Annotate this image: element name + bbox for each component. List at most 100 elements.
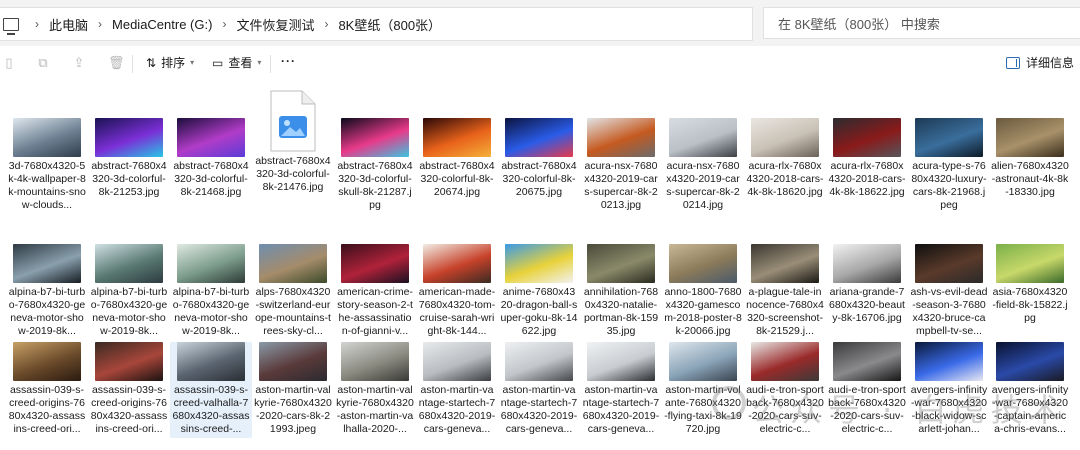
file-item[interactable]: acura-nsx-7680x4320-2019-cars-supercar-8… xyxy=(580,118,662,212)
breadcrumb-current-folder[interactable]: 8K壁纸（800张） xyxy=(338,15,441,34)
file-item[interactable]: alpina-b7-bi-turbo-7680x4320-geneva-moto… xyxy=(170,244,252,338)
chevron-right-icon[interactable]: › xyxy=(25,17,49,31)
sort-label: 排序 xyxy=(161,56,186,70)
address-bar[interactable]: › 此电脑 › MediaCentre (G:) › 文件恢复测试 › 8K壁纸… xyxy=(0,7,753,41)
details-pane-button[interactable]: 详细信息 xyxy=(1005,54,1074,71)
chevron-right-icon[interactable]: › xyxy=(212,17,236,31)
image-thumbnail xyxy=(915,342,983,381)
this-pc-icon[interactable] xyxy=(3,17,19,35)
details-label: 详细信息 xyxy=(1025,56,1074,70)
image-thumbnail xyxy=(996,244,1064,283)
image-thumbnail xyxy=(587,342,655,381)
chevron-down-icon: ▾ xyxy=(257,58,262,67)
image-thumbnail xyxy=(996,342,1064,381)
file-item[interactable]: anime-7680x4320-dragon-ball-super-goku-8… xyxy=(498,244,580,338)
file-name: abstract-7680x4320-3d-colorful-8k-21476.… xyxy=(255,155,331,193)
image-thumbnail xyxy=(95,244,163,283)
more-options-button[interactable]: ··· xyxy=(281,54,296,68)
file-item[interactable]: aston-martin-valkyrie-7680x4320-2020-car… xyxy=(252,342,334,436)
file-item[interactable]: abstract-7680x4320-colorful-8k-20675.jpg xyxy=(498,118,580,199)
file-item[interactable]: abstract-7680x4320-3d-colorful-8k-21476.… xyxy=(252,90,334,194)
file-name: a-plague-tale-innocence-7680x4320-screen… xyxy=(746,286,824,337)
file-name: aston-martin-vantage-startech-7680x4320-… xyxy=(500,384,578,435)
file-item[interactable]: ariana-grande-7680x4320-beauty-8k-16706.… xyxy=(826,244,908,325)
image-thumbnail xyxy=(423,342,491,381)
image-thumbnail xyxy=(259,244,327,283)
chevron-down-icon: ▾ xyxy=(190,58,195,67)
file-item[interactable]: abstract-7680x4320-3d-colorful-8k-21468.… xyxy=(170,118,252,199)
file-item[interactable]: 3d-7680x4320-5k-4k-wallpaper-8k-mountain… xyxy=(6,118,88,212)
image-thumbnail xyxy=(95,342,163,381)
file-item[interactable]: alpina-b7-bi-turbo-7680x4320-geneva-moto… xyxy=(88,244,170,338)
image-thumbnail xyxy=(915,244,983,283)
file-item[interactable]: american-crime-story-season-2-the-assass… xyxy=(334,244,416,338)
search-input[interactable]: 在 8K壁纸（800张） 中搜索 xyxy=(763,7,1080,39)
file-item[interactable]: alpina-b7-bi-turbo-7680x4320-geneva-moto… xyxy=(6,244,88,338)
delete-icon[interactable]: 🗑 xyxy=(108,56,125,70)
file-name: american-crime-story-season-2-the-assass… xyxy=(337,286,413,337)
file-item[interactable]: aston-martin-valkyrie-7680x4320-aston-ma… xyxy=(334,342,416,436)
view-button[interactable]: ▭ 查看 ▾ xyxy=(212,54,261,71)
file-name: ariana-grande-7680x4320-beauty-8k-16706.… xyxy=(829,286,905,324)
file-item[interactable]: assassin-039-s-creed-origins-7680x4320-a… xyxy=(6,342,88,436)
file-name: aston-martin-valkyrie-7680x4320-aston-ma… xyxy=(336,384,414,435)
file-item[interactable]: assassin-039-s-creed-origins-7680x4320-a… xyxy=(88,342,170,436)
file-item[interactable]: aston-martin-vantage-startech-7680x4320-… xyxy=(580,342,662,436)
file-item[interactable]: alien-7680x4320-astronaut-4k-8k-18330.jp… xyxy=(989,118,1071,199)
file-item[interactable]: american-made-7680x4320-tom-cruise-sarah… xyxy=(416,244,498,338)
image-thumbnail xyxy=(423,118,491,157)
file-name: acura-type-s-7680x4320-luxury-cars-8k-21… xyxy=(911,160,987,211)
file-name: abstract-7680x4320-colorful-8k-20675.jpg xyxy=(501,160,577,198)
details-pane-icon xyxy=(1005,56,1020,69)
file-name: alps-7680x4320-switzerland-europe-mounta… xyxy=(255,286,331,337)
image-thumbnail xyxy=(996,118,1064,157)
file-name: acura-nsx-7680x4320-2019-cars-supercar-8… xyxy=(666,160,740,211)
file-item[interactable]: abstract-7680x4320-colorful-8k-20674.jpg xyxy=(416,118,498,199)
image-thumbnail xyxy=(587,244,655,283)
image-thumbnail xyxy=(13,342,81,381)
file-item[interactable]: a-plague-tale-innocence-7680x4320-screen… xyxy=(744,244,826,338)
sort-button[interactable]: ⇅ 排序 ▾ xyxy=(146,54,194,71)
file-item[interactable]: acura-nsx-7680x4320-2019-cars-supercar-8… xyxy=(662,118,744,212)
file-item[interactable]: asia-7680x4320-field-8k-15822.jpg xyxy=(989,244,1071,325)
image-thumbnail xyxy=(669,118,737,157)
file-name: aston-martin-vantage-startech-7680x4320-… xyxy=(582,384,660,435)
file-name: anno-1800-7680x4320-gamescom-2018-poster… xyxy=(664,286,742,337)
file-name: asia-7680x4320-field-8k-15822.jpg xyxy=(992,286,1068,324)
file-item[interactable]: anno-1800-7680x4320-gamescom-2018-poster… xyxy=(662,244,744,338)
chevron-right-icon[interactable]: › xyxy=(314,17,338,31)
breadcrumb-this-pc[interactable]: 此电脑 xyxy=(49,15,88,34)
file-item[interactable]: aston-martin-vantage-startech-7680x4320-… xyxy=(416,342,498,436)
image-thumbnail xyxy=(177,342,245,381)
file-name: ash-vs-evil-dead-season-3-7680x4320-bruc… xyxy=(910,286,988,337)
file-item[interactable]: acura-rlx-7680x4320-2018-cars-4k-8k-1862… xyxy=(744,118,826,199)
breadcrumb-folder[interactable]: 文件恢复测试 xyxy=(236,15,314,34)
image-thumbnail xyxy=(505,118,573,157)
image-thumbnail xyxy=(177,244,245,283)
file-name: abstract-7680x4320-colorful-8k-20674.jpg xyxy=(419,160,495,198)
image-thumbnail xyxy=(669,342,737,381)
copy-icon[interactable]: ▯ xyxy=(2,56,16,70)
image-thumbnail xyxy=(341,342,409,381)
file-name: abstract-7680x4320-3d-colorful-8k-21468.… xyxy=(173,160,249,198)
file-name: assassin-039-s-creed-origins-7680x4320-a… xyxy=(8,384,86,435)
image-thumbnail xyxy=(833,342,901,381)
share-icon[interactable]: ⇪ xyxy=(72,56,86,70)
file-item[interactable]: assassin-039-s-creed-valhalla-7680x4320-… xyxy=(170,342,252,438)
view-icon: ▭ xyxy=(212,55,224,70)
file-item[interactable]: abstract-7680x4320-3d-colorful-skull-8k-… xyxy=(334,118,416,212)
file-item[interactable]: alps-7680x4320-switzerland-europe-mounta… xyxy=(252,244,334,338)
file-name: acura-rlx-7680x4320-2018-cars-4k-8k-1862… xyxy=(828,160,906,198)
command-bar: ▯ ⧉ ⇪ 🗑 ⇅ 排序 ▾ ▭ 查看 ▾ ··· 详细信息 xyxy=(0,46,1080,80)
file-item[interactable]: aston-martin-vantage-startech-7680x4320-… xyxy=(498,342,580,436)
file-item[interactable]: acura-rlx-7680x4320-2018-cars-4k-8k-1862… xyxy=(826,118,908,199)
chevron-right-icon[interactable]: › xyxy=(88,17,112,31)
breadcrumb-drive[interactable]: MediaCentre (G:) xyxy=(112,17,212,32)
file-name: american-made-7680x4320-tom-cruise-sarah… xyxy=(418,286,496,337)
file-item[interactable]: annihilation-7680x4320-natalie-portman-8… xyxy=(580,244,662,338)
file-item[interactable]: abstract-7680x4320-3d-colorful-8k-21253.… xyxy=(88,118,170,199)
file-name: anime-7680x4320-dragon-ball-super-goku-8… xyxy=(500,286,578,337)
file-item[interactable]: ash-vs-evil-dead-season-3-7680x4320-bruc… xyxy=(908,244,990,338)
rename-icon[interactable]: ⧉ xyxy=(36,56,50,70)
file-item[interactable]: acura-type-s-7680x4320-luxury-cars-8k-21… xyxy=(908,118,990,212)
